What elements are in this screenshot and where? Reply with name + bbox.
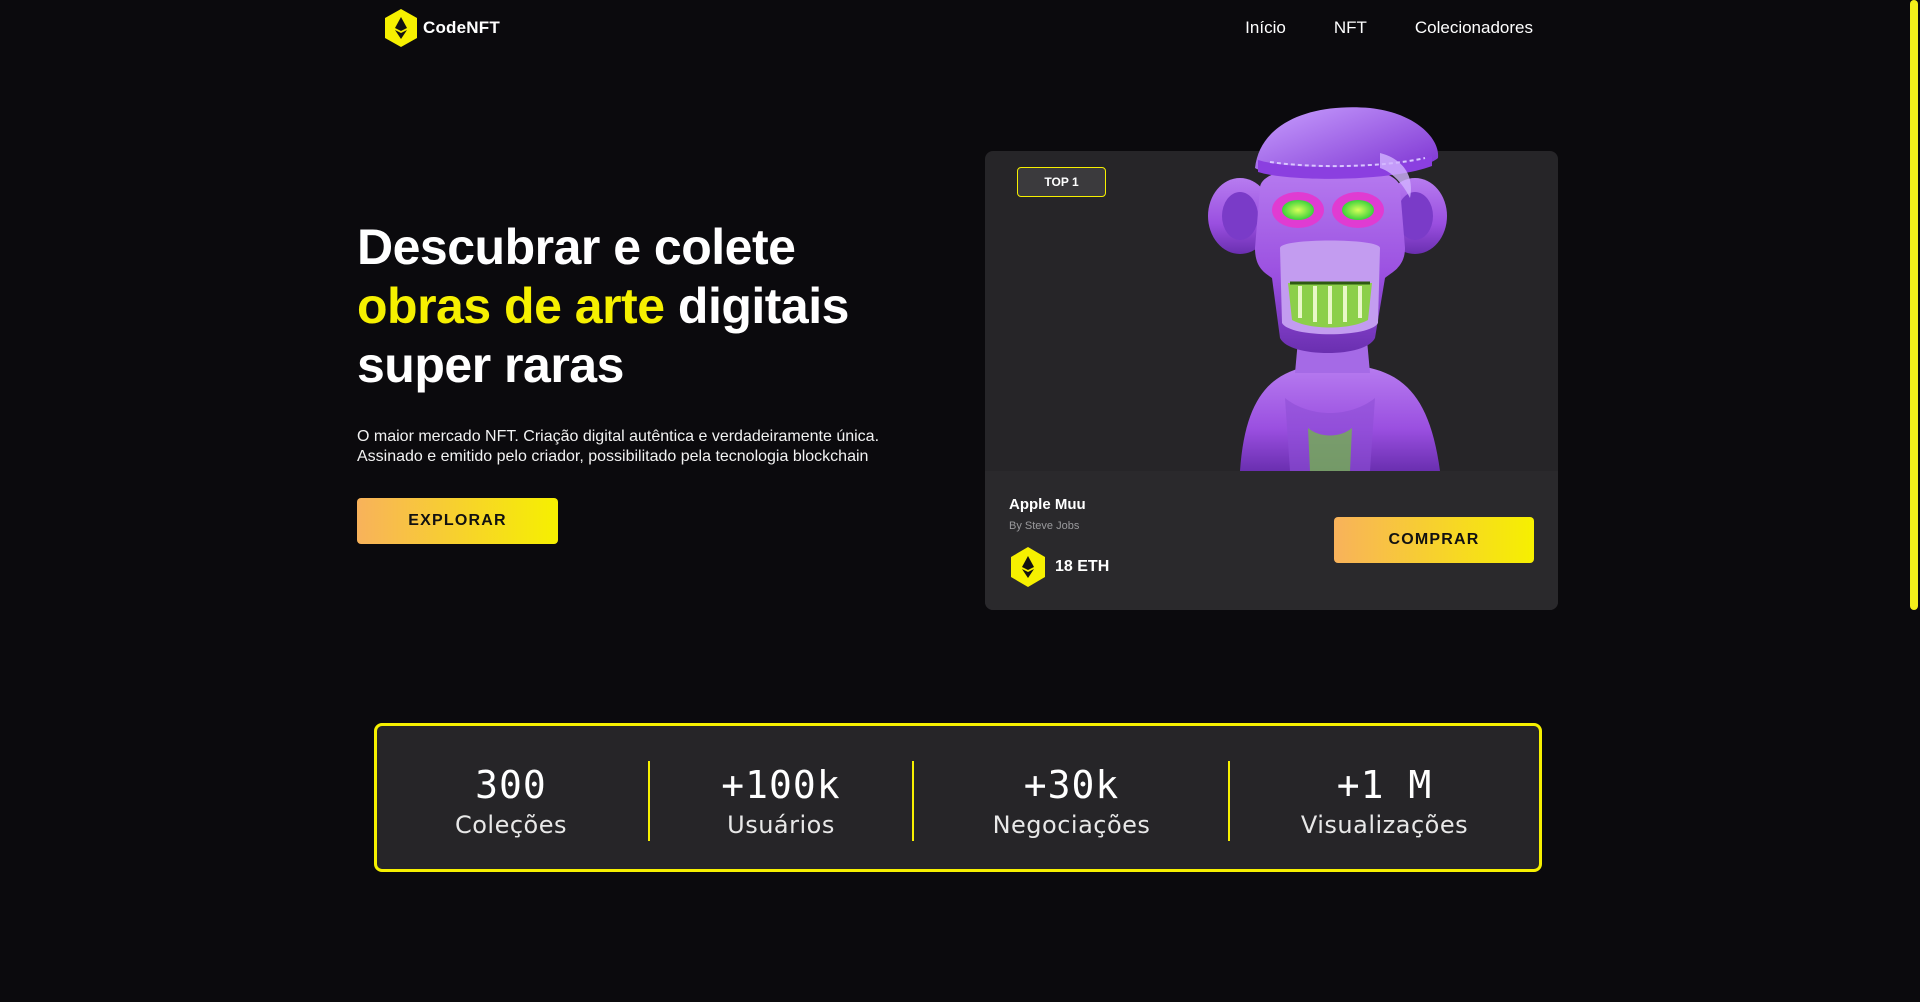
stat-negociacoes: +30k Negociações	[914, 726, 1229, 869]
stat-label: Negociações	[992, 811, 1151, 839]
stat-value: 300	[475, 763, 547, 807]
scrollbar-thumb[interactable]	[1910, 0, 1918, 610]
nft-price: 18 ETH	[1009, 546, 1109, 588]
stat-value: +100k	[721, 763, 841, 807]
hero-desc-line1: O maior mercado NFT. Criação digital aut…	[357, 428, 880, 445]
hero-desc-line2: Assinado e emitido pelo criador, possibi…	[357, 448, 869, 465]
ethereum-icon	[1011, 547, 1045, 587]
hero-title-line2: digitais	[664, 278, 850, 334]
nft-ape-image	[1208, 107, 1447, 471]
stat-usuarios: +100k Usuários	[650, 726, 912, 869]
stat-label: Coleções	[454, 811, 568, 839]
hero-title: Descubrar e colete obras de arte digitai…	[357, 218, 917, 395]
nft-author: By Steve Jobs	[1009, 520, 1080, 532]
scrollbar[interactable]	[1908, 0, 1920, 1002]
stat-label: Visualizações	[1300, 811, 1469, 839]
header: CodeNFT Início NFT Colecionadores	[383, 0, 1533, 56]
stat-colecoes: 300 Coleções	[377, 726, 645, 869]
buy-button[interactable]: COMPRAR	[1334, 517, 1534, 563]
ethereum-logo-icon	[385, 9, 417, 47]
logo-text: CodeNFT	[423, 18, 500, 37]
stat-value: +1 M	[1336, 763, 1433, 807]
nav-colecionadores[interactable]: Colecionadores	[1415, 18, 1533, 38]
stat-value: +30k	[1023, 763, 1120, 807]
nav-nft[interactable]: NFT	[1334, 18, 1367, 38]
hero-title-highlight: obras de arte	[357, 278, 665, 334]
stat-visualizacoes: +1 M Visualizações	[1230, 726, 1539, 869]
top-badge: TOP 1	[1017, 167, 1106, 197]
main-nav: Início NFT Colecionadores	[1245, 18, 1533, 38]
stats-panel: 300 Coleções +100k Usuários +30k Negocia…	[374, 723, 1542, 872]
page: CodeNFT Início NFT Colecionadores Descub…	[0, 0, 1920, 1002]
hero-title-line3: super raras	[357, 337, 624, 393]
nft-name: Apple Muu	[1009, 496, 1086, 513]
logo[interactable]: CodeNFT	[383, 8, 500, 48]
hero-title-line1: Descubrar e colete	[357, 219, 796, 275]
hero-description: O maior mercado NFT. Criação digital aut…	[357, 427, 957, 467]
explore-button[interactable]: EXPLORAR	[357, 498, 558, 544]
stat-label: Usuários	[727, 811, 835, 839]
price-value: 18 ETH	[1055, 558, 1110, 575]
nav-inicio[interactable]: Início	[1245, 18, 1286, 38]
